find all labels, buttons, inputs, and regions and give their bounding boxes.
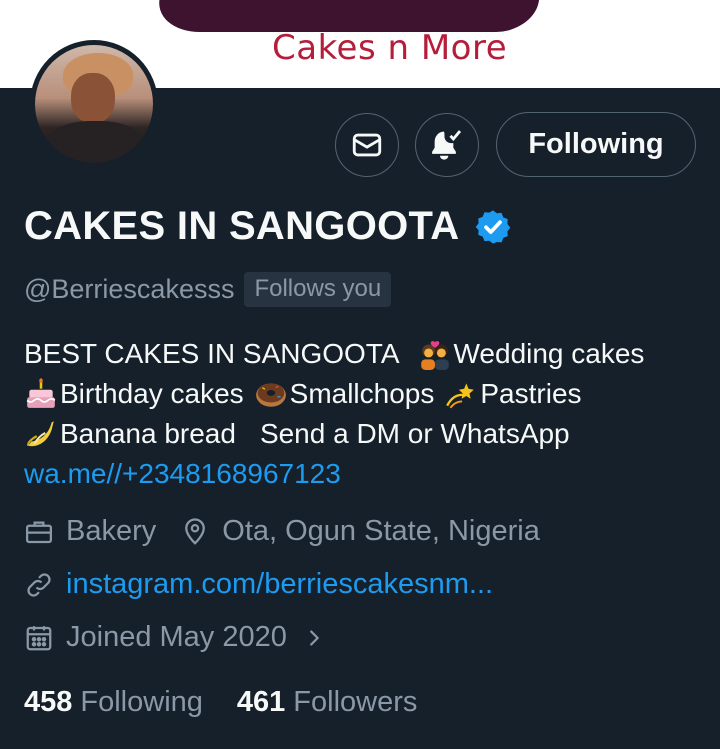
followers-stat[interactable]: 461 Followers xyxy=(237,686,417,719)
follow-stats: 458 Following 461 Followers xyxy=(24,686,417,719)
followers-count: 461 xyxy=(236,686,286,718)
profile-joined-row[interactable]: Joined May 2020 xyxy=(24,621,325,654)
profile-website-link[interactable]: instagram.com/berriescakesnm... xyxy=(66,568,493,601)
verified-badge-icon[interactable] xyxy=(474,208,512,246)
link-icon xyxy=(27,572,51,597)
bio-item-smallchops: Smallchops xyxy=(289,378,435,409)
following-count: 458 xyxy=(24,686,73,718)
profile-location: Ota, Ogun State, Nigeria xyxy=(222,515,540,547)
bio-whatsapp-link[interactable]: wa.me//+2348168967123 xyxy=(24,454,341,494)
dizzy-icon xyxy=(446,383,475,409)
profile-website-row: instagram.com/berriescakesnm... xyxy=(24,568,493,601)
followers-label: Followers xyxy=(293,686,418,718)
doughnut-icon xyxy=(255,383,286,407)
name-row: CAKES IN SANGOOTA xyxy=(24,204,512,249)
username-handle: @Berriescakesss xyxy=(24,274,235,304)
calendar-icon xyxy=(26,625,52,650)
bio-item-pastries: Pastries xyxy=(480,378,582,409)
following-button[interactable]: Following xyxy=(496,112,696,177)
profile-bio: BEST CAKES IN SANGOOTA Wedding cakes Bir… xyxy=(24,334,704,494)
birthday-cake-icon xyxy=(26,378,56,408)
display-name: CAKES IN SANGOOTA xyxy=(24,204,460,248)
profile-category: Bakery xyxy=(66,515,157,547)
bio-item-banana-bread: Banana bread xyxy=(60,418,236,449)
profile-meta-row: Bakery Ota, Ogun State, Nigeria xyxy=(24,515,540,548)
following-label: Following xyxy=(80,686,203,718)
bio-item-wedding: Wedding cakes xyxy=(453,338,645,369)
banana-icon xyxy=(27,421,54,447)
briefcase-icon xyxy=(26,521,52,543)
banner-subtitle: Cakes n More xyxy=(272,28,508,68)
handle-row: @Berriescakesss Follows you xyxy=(24,272,392,307)
follows-you-badge: Follows you xyxy=(244,272,392,307)
bell-check-icon xyxy=(432,130,462,160)
following-stat[interactable]: 458 Following xyxy=(24,686,203,719)
mail-icon xyxy=(352,133,382,157)
profile-joined-date: Joined May 2020 xyxy=(66,621,287,653)
couple-with-heart-icon xyxy=(420,341,449,370)
bio-item-birthday: Birthday cakes xyxy=(60,378,244,409)
message-button[interactable] xyxy=(335,113,399,177)
notifications-button[interactable] xyxy=(415,113,479,177)
location-pin-icon xyxy=(185,517,206,545)
avatar[interactable] xyxy=(30,40,158,168)
bio-text: BEST CAKES IN SANGOOTA xyxy=(24,338,400,369)
bio-contact-text: Send a DM or WhatsApp xyxy=(259,418,570,449)
chevron-right-icon xyxy=(310,629,319,646)
